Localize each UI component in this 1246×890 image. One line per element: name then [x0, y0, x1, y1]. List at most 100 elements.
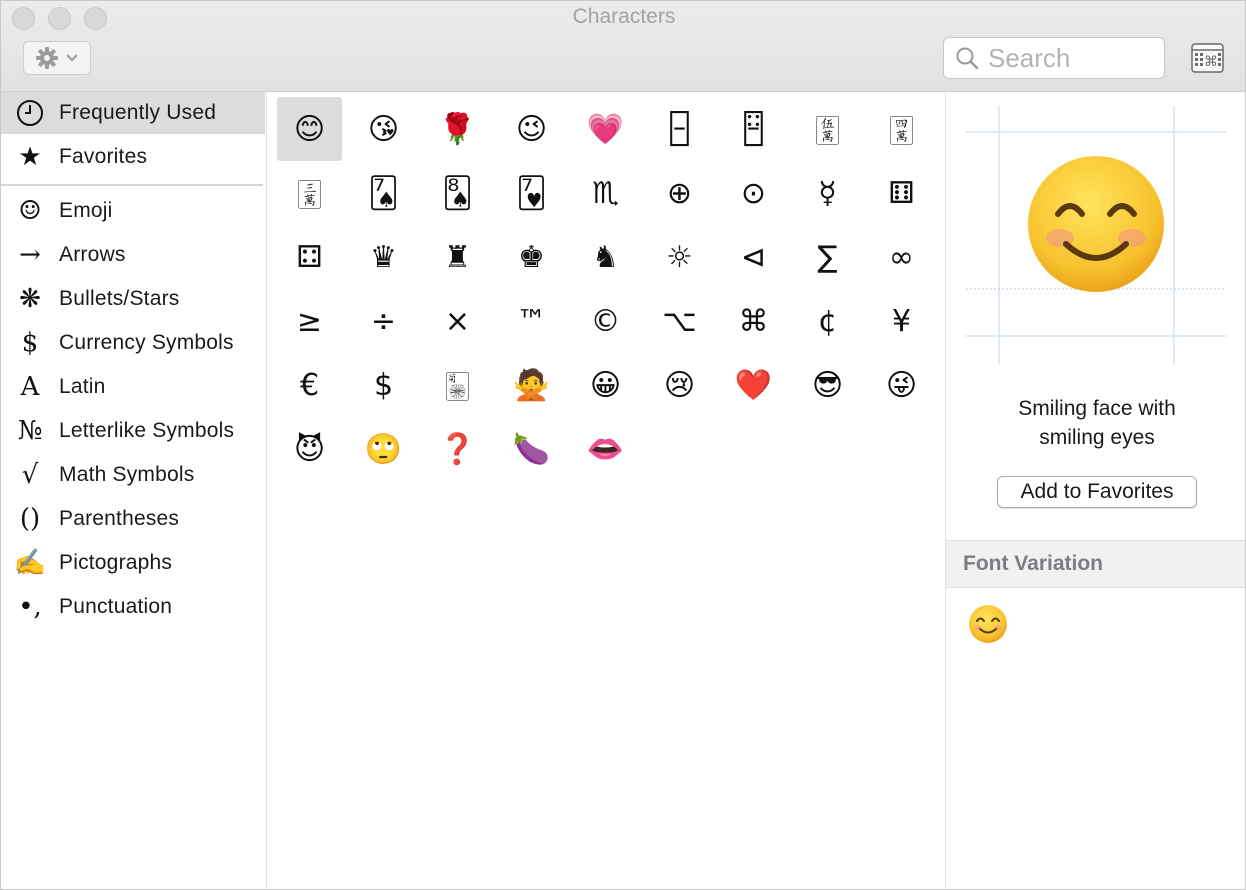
sidebar-item-math-symbols[interactable]: √ Math Symbols [1, 454, 265, 496]
character-detail-panel: Smiling face with smiling eyes Add to Fa… [945, 92, 1245, 889]
sidebar-item-latin[interactable]: A Latin [1, 366, 265, 408]
sidebar-item-label: Pictographs [59, 551, 173, 574]
character-cell[interactable]: ♜ [425, 225, 490, 289]
font-variation-header: Font Variation [946, 540, 1245, 588]
sidebar-item-bullets-stars[interactable]: ❋ Bullets/Stars [1, 278, 265, 320]
character-cell[interactable]: $ [351, 353, 416, 417]
character-cell[interactable]: 😜 [869, 353, 934, 417]
character-cell[interactable]: 👄 [573, 417, 638, 481]
sidebar-item-label: Currency Symbols [59, 331, 234, 354]
sidebar-item-arrows[interactable]: → Arrows [1, 234, 265, 276]
category-sidebar: Frequently Used ★ Favorites ☺ Emoji → Ar… [1, 92, 267, 889]
character-name: Smiling face with smiling eyes [1018, 397, 1176, 449]
character-cell[interactable]: 😢 [647, 353, 712, 417]
sidebar-item-punctuation[interactable]: •, Punctuation [1, 586, 265, 628]
sidebar-item-label: Letterlike Symbols [59, 419, 235, 442]
gear-icon [36, 47, 58, 69]
latin-a-icon: A [20, 372, 40, 402]
character-cell[interactable]: ∞ [869, 225, 934, 289]
character-cell[interactable]: 🁿 [721, 97, 786, 161]
character-cell[interactable]: 🀉 [277, 161, 342, 225]
chevron-down-icon [66, 54, 78, 62]
window-title: Characters [572, 5, 676, 28]
character-cell[interactable]: ⊲ [721, 225, 786, 289]
character-cell[interactable]: 😀 [573, 353, 638, 417]
sidebar-item-label: Frequently Used [59, 101, 217, 124]
character-cell[interactable]: ∑ [795, 225, 860, 289]
character-cell[interactable]: 🂧 [351, 161, 416, 225]
character-cell[interactable]: ⌘ [721, 289, 786, 353]
character-cell[interactable]: 😘 [351, 97, 416, 161]
sidebar-item-label: Arrows [59, 243, 126, 266]
character-cell[interactable]: ♚ [499, 225, 564, 289]
sidebar-item-pictographs[interactable]: ✍ Pictographs [1, 542, 265, 584]
search-field[interactable] [943, 37, 1165, 79]
character-cell[interactable]: ⊕ [647, 161, 712, 225]
character-cell[interactable]: ÷ [351, 289, 416, 353]
character-preview [966, 106, 1226, 364]
character-cell[interactable]: ⚃ [277, 225, 342, 289]
sidebar-item-emoji[interactable]: ☺ Emoji [1, 190, 265, 232]
sidebar-item-favorites[interactable]: ★ Favorites [1, 136, 265, 178]
action-menu-button[interactable] [23, 41, 91, 75]
font-variation-smiling-face[interactable] [966, 602, 1010, 646]
sidebar-item-letterlike-symbols[interactable]: № Letterlike Symbols [1, 410, 265, 452]
character-cell[interactable]: ¢ [795, 289, 860, 353]
character-cell[interactable]: ♛ [351, 225, 416, 289]
square-root-icon: √ [21, 460, 39, 490]
character-cell[interactable]: 🙅 [499, 353, 564, 417]
character-cell[interactable]: 🂨 [425, 161, 490, 225]
character-cell[interactable]: 😎 [795, 353, 860, 417]
svg-text:⌘: ⌘ [1204, 54, 1218, 70]
asterisk-icon: ❋ [19, 284, 41, 314]
sidebar-item-label: Latin [59, 375, 106, 398]
character-cell[interactable]: ♞ [573, 225, 638, 289]
character-viewer-toggle-button[interactable]: ⌘ [1191, 43, 1224, 73]
character-cell[interactable]: ⚅ [869, 161, 934, 225]
add-to-favorites-button[interactable]: Add to Favorites [997, 476, 1197, 508]
character-cell[interactable]: 🀥 [425, 353, 490, 417]
character-cell[interactable]: ≥ [277, 289, 342, 353]
clock-icon [1, 92, 59, 134]
character-cell[interactable]: × [425, 289, 490, 353]
character-cell[interactable]: ❤️ [721, 353, 786, 417]
sidebar-item-label: Math Symbols [59, 463, 195, 486]
character-cell[interactable]: 🌹 [425, 97, 490, 161]
character-cell[interactable]: € [277, 353, 342, 417]
arrow-right-icon: → [19, 240, 41, 270]
search-input[interactable] [988, 42, 1158, 74]
character-cell[interactable]: 🙄 [351, 417, 416, 481]
title-bar: Characters Search ⌘ [1, 1, 1245, 92]
character-cell[interactable]: 😊 [277, 97, 342, 161]
search-icon [956, 47, 979, 70]
character-cell[interactable]: 🍆 [499, 417, 564, 481]
character-cell[interactable]: 🂷 [499, 161, 564, 225]
character-cell[interactable]: 🀊 [869, 97, 934, 161]
numero-icon: № [17, 416, 43, 446]
sidebar-item-label: Punctuation [59, 595, 173, 618]
character-cell[interactable]: ☼ [647, 225, 712, 289]
smiley-outline-icon: ☺ [18, 196, 42, 226]
character-cell[interactable]: ☿ [795, 161, 860, 225]
character-cell[interactable]: ♏ [573, 161, 638, 225]
character-cell[interactable]: © [573, 289, 638, 353]
sidebar-item-parentheses[interactable]: () Parentheses [1, 498, 265, 540]
character-cell[interactable]: 😉 [499, 97, 564, 161]
character-cell[interactable]: 💗 [573, 97, 638, 161]
character-cell[interactable]: 🁣 [647, 97, 712, 161]
character-cell[interactable]: 😈 [277, 417, 342, 481]
sidebar-item-label: Emoji [59, 199, 113, 222]
sidebar-item-frequently-used[interactable]: Frequently Used [1, 92, 265, 134]
character-cell[interactable]: ⌥ [647, 289, 712, 353]
character-cell[interactable]: ❓ [425, 417, 490, 481]
parentheses-icon: () [19, 504, 41, 534]
character-cell[interactable]: 🀋 [795, 97, 860, 161]
character-cell[interactable]: ¥ [869, 289, 934, 353]
character-cell[interactable]: ™ [499, 289, 564, 353]
character-grid: 😊 😘 🌹 😉 💗 🁣 🁿 🀋 🀊 🀉 🂧 🂨 🂷 ♏ ⊕ ⊙ ☿ ⚅ ⚃ ♛ ♜ ♚ ♞ ☼ ⊲ ∑ ∞ ≥ ÷ × ™ © ⌥ ⌘ ¢ ¥ € $ 🀥 🙅… [277, 97, 937, 517]
sidebar-item-currency-symbols[interactable]: $ Currency Symbols [1, 322, 265, 364]
character-cell[interactable]: ⊙ [721, 161, 786, 225]
sidebar-item-label: Parentheses [59, 507, 180, 530]
smiling-face-emoji-icon [1028, 156, 1164, 292]
dollar-icon: $ [21, 328, 39, 358]
